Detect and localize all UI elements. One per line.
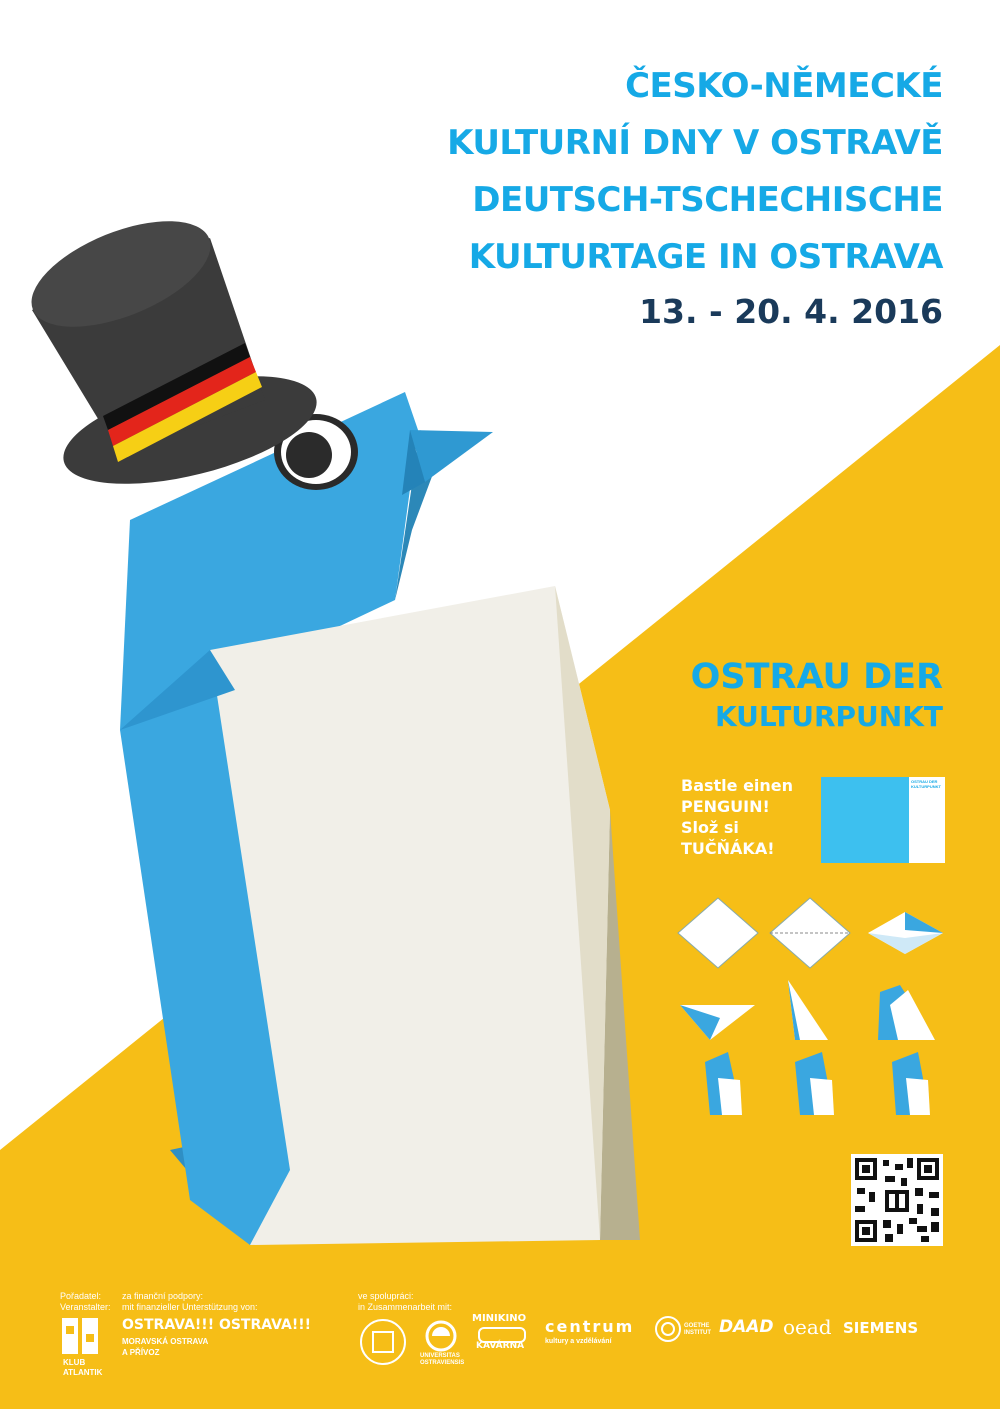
ostrava-logo: OSTRAVA!!! OSTRAVA!!! — [122, 1317, 312, 1333]
origami-penguin-icon — [120, 392, 640, 1245]
postcard-cover: OSTRAU DER KULTURPUNKT — [909, 777, 945, 863]
support-label-de: mit finanzieller Unterstützung von: — [122, 1302, 258, 1312]
siemens-logo: SIEMENS — [843, 1319, 919, 1337]
craft-line-1: Bastle einen — [681, 776, 794, 795]
craft-line-2: PENGUIN! — [681, 797, 770, 816]
privoz-text: A PŘÍVOZ — [122, 1348, 160, 1357]
coop-label-cz: ve spolupráci: — [358, 1291, 414, 1301]
title-line-2: KULTURNÍ DNY V OSTRAVĚ — [447, 123, 943, 163]
motto-line-1: OSTRAU DER — [690, 657, 943, 697]
poster: { "colors": { "yellow": "#f6be17", "titl… — [0, 0, 1000, 1409]
motto-line-2: KULTURPUNKT — [714, 700, 943, 733]
event-title: ČESKO-NĚMECKÉ KULTURNÍ DNY V OSTRAVĚ DEU… — [447, 58, 943, 338]
minikino-text: MINIKINO — [472, 1313, 527, 1324]
klub-atlantik-text: KLUB ATLANTIK — [63, 1358, 103, 1377]
title-line-3: DEUTSCH-TSCHECHISCHE — [472, 180, 943, 220]
organizer-label-de: Veranstalter: — [60, 1302, 111, 1312]
motto: OSTRAU DER KULTURPUNKT — [691, 655, 943, 735]
qr-code-icon[interactable] — [851, 1154, 943, 1246]
event-date: 13. - 20. 4. 2016 — [639, 292, 943, 331]
craft-line-4: TUČŇÁKA! — [681, 839, 775, 858]
daad-logo: DAAD — [719, 1317, 774, 1337]
glasses-icon — [478, 1327, 526, 1343]
coop-label-de: in Zusammenarbeit mit: — [358, 1302, 453, 1312]
footer: Pořadatel: Veranstalter: KLUB ATLANTIK z… — [0, 1285, 1000, 1409]
goethe-text: GOETHE INSTITUT — [684, 1323, 711, 1336]
centrum-logo: centrum — [545, 1317, 635, 1336]
postcard-preview: OSTRAU DER KULTURPUNKT — [821, 777, 945, 863]
universitas-text: UNIVERSITAS OSTRAVIENSIS — [420, 1353, 465, 1366]
title-line-1: ČESKO-NĚMECKÉ — [625, 66, 943, 106]
centrum-sub: kultury a vzdělávání — [545, 1338, 612, 1345]
craft-line-3: Slož si — [681, 818, 739, 837]
title-line-4: KULTURTAGE IN OSTRAVA — [468, 237, 944, 277]
oead-logo: oead — [783, 1315, 832, 1339]
moravska-text: MORAVSKÁ OSTRAVA — [122, 1337, 209, 1346]
organizer-label-cz: Pořadatel: — [60, 1291, 102, 1301]
craft-instructions: Bastle einen PENGUIN! Slož si TUČŇÁKA! — [681, 775, 816, 859]
postcard-title: OSTRAU DER KULTURPUNKT — [911, 779, 941, 789]
support-label-cz: za finanční podpory: — [122, 1291, 204, 1301]
